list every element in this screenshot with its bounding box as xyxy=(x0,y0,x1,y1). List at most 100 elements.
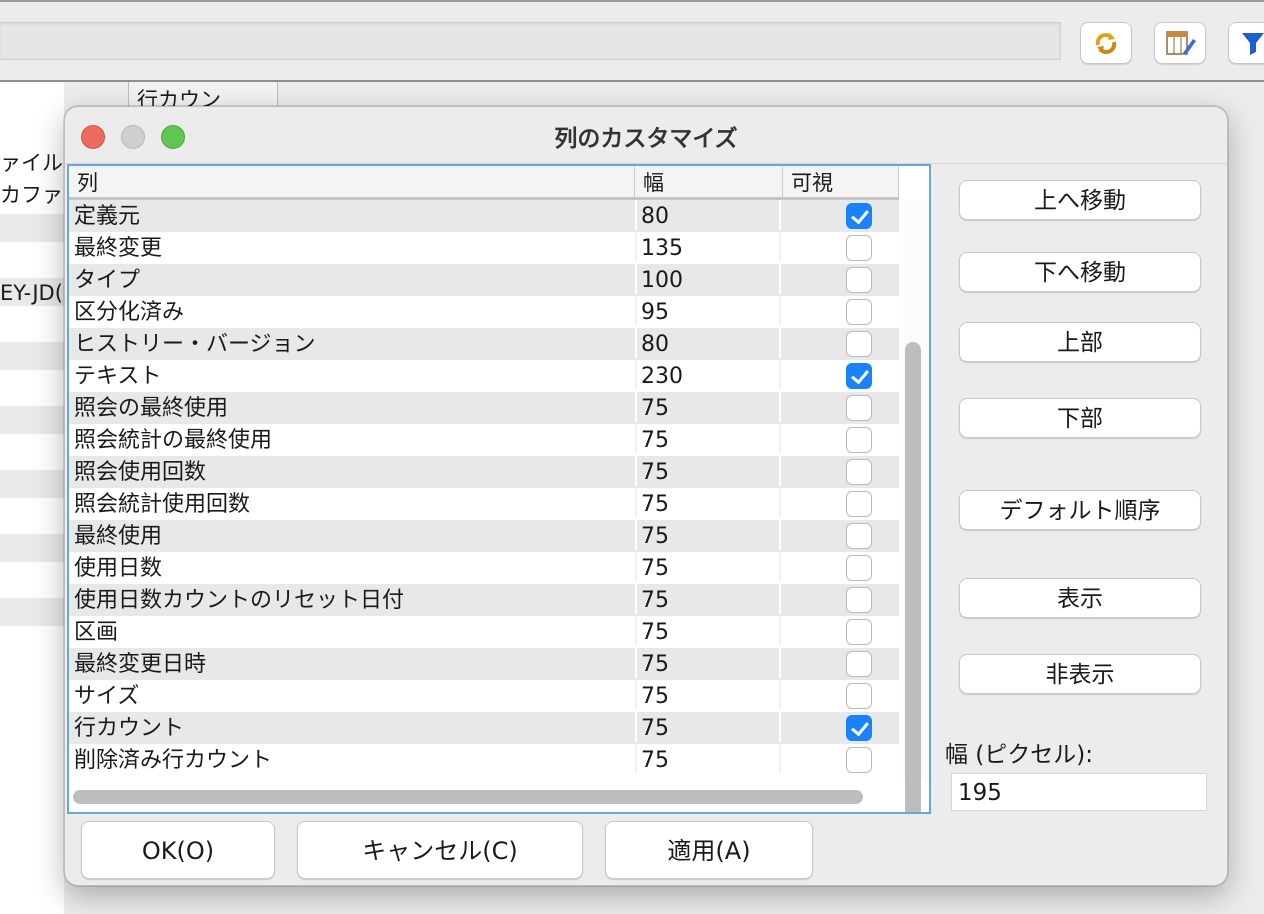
table-row[interactable]: 最終変更日時 75 xyxy=(69,648,899,680)
visible-checkbox[interactable] xyxy=(846,203,872,229)
apply-button[interactable]: 適用(A) xyxy=(605,821,813,879)
filter-button[interactable] xyxy=(1228,22,1264,64)
dialog-titlebar: 列のカスタマイズ xyxy=(65,107,1227,164)
visible-checkbox[interactable] xyxy=(846,683,872,709)
column-name-cell: 照会統計の最終使用 xyxy=(74,428,273,453)
column-name-cell: 区画 xyxy=(74,620,119,645)
move-down-button[interactable]: 下へ移動 xyxy=(959,252,1201,292)
move-to-top-button[interactable]: 上部 xyxy=(959,322,1201,362)
visible-checkbox[interactable] xyxy=(846,395,872,421)
table-row[interactable]: 照会統計使用回数 75 xyxy=(69,488,899,520)
column-name-cell: 使用日数 xyxy=(74,556,163,581)
dialog-title: 列のカスタマイズ xyxy=(554,126,738,152)
width-pixels-label: 幅 (ピクセル): xyxy=(945,742,1094,768)
visible-checkbox[interactable] xyxy=(846,459,872,485)
column-width-cell[interactable]: 80 xyxy=(635,328,781,358)
refresh-icon xyxy=(1095,33,1117,54)
column-width-cell[interactable]: 75 xyxy=(635,456,781,486)
visible-checkbox[interactable] xyxy=(846,747,872,773)
visible-checkbox[interactable] xyxy=(846,299,872,325)
column-name-cell: 最終使用 xyxy=(74,524,163,549)
window-top-border xyxy=(0,0,1264,2)
ok-button[interactable]: OK(O) xyxy=(81,821,275,879)
visible-checkbox[interactable] xyxy=(846,523,872,549)
column-width-cell[interactable]: 100 xyxy=(635,264,781,294)
column-name-cell: 照会の最終使用 xyxy=(74,396,229,421)
column-name-cell: 行カウント xyxy=(74,716,185,741)
visible-checkbox[interactable] xyxy=(846,491,872,517)
move-to-bottom-button[interactable]: 下部 xyxy=(959,398,1201,438)
visible-checkbox[interactable] xyxy=(846,715,872,741)
background-row-stripe xyxy=(0,598,64,626)
table-row[interactable]: タイプ 100 xyxy=(69,264,899,296)
table-row[interactable]: 区分化済み 95 xyxy=(69,296,899,328)
background-cell: カファ xyxy=(0,183,63,207)
move-up-button[interactable]: 上へ移動 xyxy=(959,180,1201,220)
table-row[interactable]: 定義元 80 xyxy=(69,200,899,232)
column-width-cell[interactable]: 75 xyxy=(635,584,781,614)
default-order-button[interactable]: デフォルト順序 xyxy=(959,490,1201,530)
refresh-button[interactable] xyxy=(1080,22,1132,64)
column-width-cell[interactable]: 95 xyxy=(635,296,781,326)
visible-checkbox[interactable] xyxy=(846,427,872,453)
column-name-cell: 削除済み行カウント xyxy=(74,748,273,773)
hide-button[interactable]: 非表示 xyxy=(959,654,1201,694)
visible-checkbox[interactable] xyxy=(846,235,872,261)
column-header-visible[interactable]: 可視 xyxy=(783,166,899,197)
column-width-cell[interactable]: 75 xyxy=(635,520,781,550)
table-row[interactable]: テキスト 230 xyxy=(69,360,899,392)
table-row[interactable]: 照会使用回数 75 xyxy=(69,456,899,488)
table-row[interactable]: サイズ 75 xyxy=(69,680,899,712)
column-width-cell[interactable]: 75 xyxy=(635,648,781,678)
table-row[interactable]: 照会の最終使用 75 xyxy=(69,392,899,424)
column-name-cell: ヒストリー・バージョン xyxy=(74,332,316,357)
edit-columns-button[interactable] xyxy=(1154,22,1206,64)
column-width-cell[interactable]: 75 xyxy=(635,488,781,518)
column-width-cell[interactable]: 75 xyxy=(635,552,781,582)
column-width-cell[interactable]: 75 xyxy=(635,392,781,422)
table-row[interactable]: 行カウント 75 xyxy=(69,712,899,744)
column-name-cell: 区分化済み xyxy=(74,300,185,325)
table-row[interactable]: 最終変更 135 xyxy=(69,232,899,264)
column-name-cell: サイズ xyxy=(74,684,140,709)
column-name-cell: テキスト xyxy=(74,364,162,389)
column-name-cell: タイプ xyxy=(74,268,141,293)
column-width-cell[interactable]: 75 xyxy=(635,712,781,742)
table-row[interactable]: ヒストリー・バージョン 80 xyxy=(69,328,899,360)
table-header: 列 幅 可視 xyxy=(69,166,899,200)
table-row[interactable]: 区画 75 xyxy=(69,616,899,648)
column-width-cell[interactable]: 230 xyxy=(635,360,781,390)
column-width-cell[interactable]: 80 xyxy=(635,200,781,230)
table-row[interactable]: 使用日数 75 xyxy=(69,552,899,584)
column-name-cell: 照会使用回数 xyxy=(74,460,207,485)
cancel-button[interactable]: キャンセル(C) xyxy=(297,821,583,879)
column-width-cell[interactable]: 75 xyxy=(635,616,781,646)
column-header-name[interactable]: 列 xyxy=(69,166,635,197)
search-field[interactable] xyxy=(0,22,1061,60)
column-header-width[interactable]: 幅 xyxy=(635,166,783,197)
visible-checkbox[interactable] xyxy=(846,331,872,357)
column-width-cell[interactable]: 75 xyxy=(635,744,781,774)
visible-checkbox[interactable] xyxy=(846,651,872,677)
horizontal-scrollbar-thumb[interactable] xyxy=(73,790,863,804)
table-row[interactable]: 使用日数カウントのリセット日付 75 xyxy=(69,584,899,616)
table-row[interactable]: 削除済み行カウント 75 xyxy=(69,744,899,776)
visible-checkbox[interactable] xyxy=(846,363,872,389)
background-cell: EY-JD( xyxy=(0,281,63,305)
show-button[interactable]: 表示 xyxy=(959,578,1201,618)
vertical-scrollbar-thumb[interactable] xyxy=(905,342,921,812)
filter-icon xyxy=(1242,33,1264,55)
column-width-cell[interactable]: 75 xyxy=(635,680,781,710)
visible-checkbox[interactable] xyxy=(846,555,872,581)
column-width-cell[interactable]: 75 xyxy=(635,424,781,454)
background-cell: ァイル xyxy=(0,151,63,175)
visible-checkbox[interactable] xyxy=(846,587,872,613)
customize-columns-dialog: 列のカスタマイズ 列 幅 可視 定義元 80 最終変更 135 タイプ 100 区分化済み 9… xyxy=(64,106,1228,886)
background-row-stripe xyxy=(0,214,64,242)
width-pixels-input[interactable]: 195 xyxy=(951,773,1207,811)
table-row[interactable]: 最終使用 75 xyxy=(69,520,899,552)
visible-checkbox[interactable] xyxy=(846,267,872,293)
visible-checkbox[interactable] xyxy=(846,619,872,645)
column-width-cell[interactable]: 135 xyxy=(635,232,781,262)
table-row[interactable]: 照会統計の最終使用 75 xyxy=(69,424,899,456)
